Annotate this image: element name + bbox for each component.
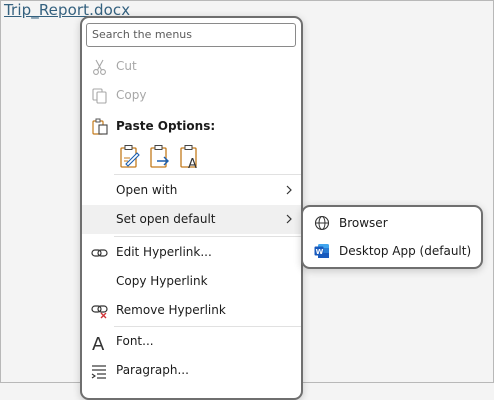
menu-separator: [114, 174, 301, 175]
menu-search-box[interactable]: [86, 23, 296, 47]
menu-item-edit-hyperlink[interactable]: Edit Hyperlink...: [82, 238, 301, 267]
menu-item-open-with-label: Open with: [116, 183, 178, 197]
paste-text-only-icon[interactable]: A: [178, 144, 202, 170]
menu-item-cut[interactable]: Cut: [82, 52, 301, 81]
submenu-item-browser-label: Browser: [339, 216, 388, 230]
menu-search-input[interactable]: [87, 24, 288, 44]
menu-item-paragraph-label: Paragraph...: [116, 363, 189, 377]
menu-item-set-open-default-label: Set open default: [116, 212, 216, 226]
menu-item-remove-hyperlink-label: Remove Hyperlink: [116, 303, 226, 317]
menu-item-edit-hyperlink-label: Edit Hyperlink...: [116, 245, 212, 259]
clipboard-icon: [92, 118, 108, 135]
svg-text:A: A: [92, 334, 105, 351]
link-icon: [91, 249, 108, 257]
chevron-right-icon: [286, 185, 292, 195]
svg-text:A: A: [188, 157, 197, 170]
menu-item-cut-label: Cut: [116, 59, 137, 73]
menu-item-font[interactable]: A Font...: [82, 327, 301, 356]
paste-options-group: A: [118, 144, 218, 170]
paste-options-header: Paste Options:: [82, 112, 301, 141]
submenu-item-desktop-app[interactable]: W Desktop App (default): [303, 237, 481, 265]
scissors-icon: [93, 59, 106, 75]
globe-icon: [314, 215, 330, 231]
menu-item-copy[interactable]: Copy: [82, 81, 301, 110]
menu-item-set-open-default[interactable]: Set open default: [82, 205, 301, 234]
menu-item-open-with[interactable]: Open with: [82, 176, 301, 205]
remove-link-icon: [91, 305, 108, 319]
paste-options-label: Paste Options:: [116, 119, 216, 133]
menu-item-copy-hyperlink[interactable]: Copy Hyperlink: [82, 267, 301, 296]
paragraph-icon: [91, 365, 106, 379]
menu-separator: [114, 236, 301, 237]
context-menu: Cut Copy Paste Options:: [80, 16, 303, 400]
submenu-item-desktop-app-label: Desktop App (default): [339, 244, 472, 258]
menu-item-copy-label: Copy: [116, 88, 147, 102]
menu-item-paragraph[interactable]: Paragraph...: [82, 356, 301, 385]
font-icon: A: [92, 334, 105, 351]
word-app-icon: W: [314, 244, 329, 258]
paste-keep-formatting-icon[interactable]: [118, 144, 142, 170]
menu-item-copy-hyperlink-label: Copy Hyperlink: [116, 274, 208, 288]
menu-item-font-label: Font...: [116, 334, 154, 348]
copy-icon: [92, 88, 107, 104]
svg-text:W: W: [316, 248, 324, 256]
menu-item-remove-hyperlink[interactable]: Remove Hyperlink: [82, 296, 301, 325]
chevron-right-icon: [286, 214, 292, 224]
submenu-item-browser[interactable]: Browser: [303, 209, 481, 237]
open-default-submenu: Browser W Desktop App (default): [301, 205, 483, 269]
paste-merge-icon[interactable]: [148, 144, 172, 170]
